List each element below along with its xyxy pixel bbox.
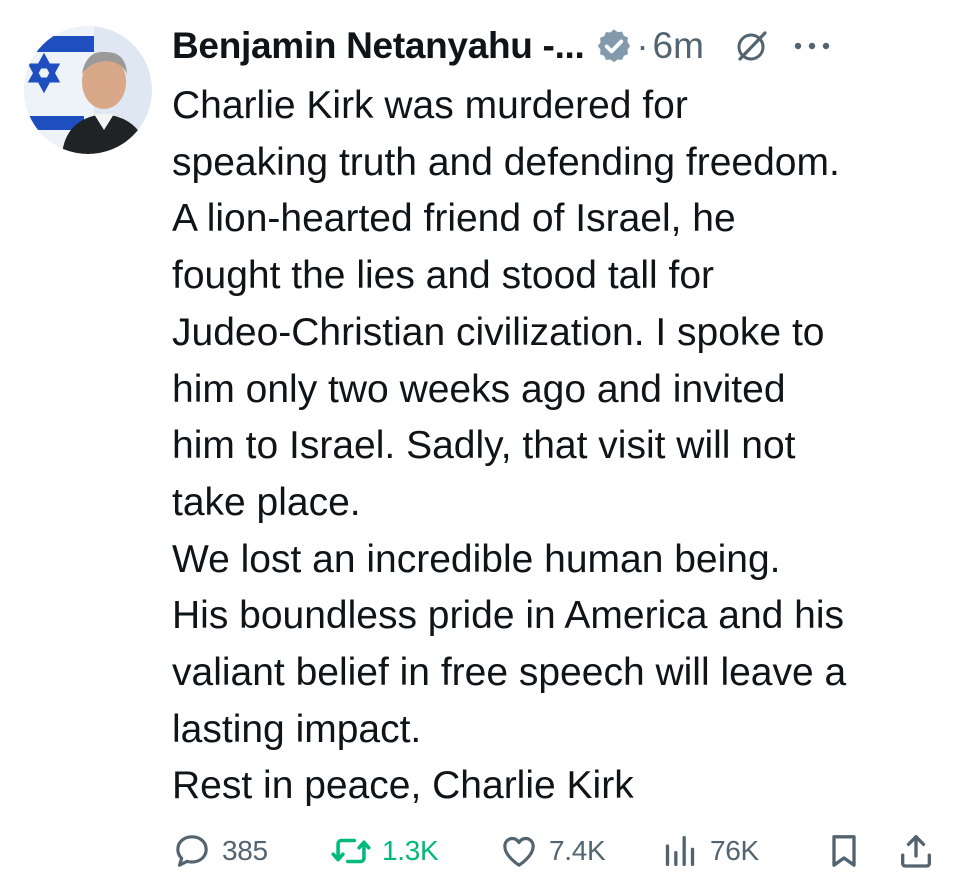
post-body-line: lasting impact. [172,707,422,751]
more-icon[interactable] [792,28,832,64]
share-icon [896,831,936,871]
post-body: Charlie Kirk was murdered for speaking t… [172,78,942,815]
post-body-line: A lion-hearted friend of Israel, he [172,197,736,241]
share-button[interactable] [896,826,936,876]
views-button[interactable]: 76K [660,826,759,876]
repost-button[interactable]: 1.3K [330,826,439,876]
post-body-line: speaking truth and defending freedom. [172,140,840,184]
bookmark-button[interactable] [824,826,864,876]
repost-count: 1.3K [382,835,439,866]
repost-icon [330,831,372,871]
reply-icon [172,831,212,871]
action-bar: 385 1.3K 7.4K 76K [172,826,940,876]
bookmark-icon [824,831,864,871]
views-icon [660,831,700,871]
like-count: 7.4K [549,835,606,866]
post-body-line: Judeo-Christian civilization. I spoke to [172,310,825,354]
post-body-line: valiant belief in free speech will leave… [172,651,847,695]
timestamp[interactable]: 6m [653,25,704,67]
like-button[interactable]: 7.4K [499,826,606,876]
separator-dot: · [636,25,649,66]
post-header: Benjamin Netanyahu -... · 6m [172,18,940,74]
verified-badge-icon [595,27,633,65]
grok-icon[interactable] [734,28,770,64]
post: Benjamin Netanyahu -... · 6m Charlie Kir… [0,0,960,895]
post-body-line: We lost an incredible human being. [172,537,781,581]
post-body-line: him only two weeks ago and invited [172,367,786,411]
post-body-line: take place. [172,480,361,524]
post-body-line: His boundless pride in America and his [172,594,845,638]
post-body-line: him to Israel. Sadly, that visit will no… [172,424,796,468]
like-icon [499,831,539,871]
post-body-line: Charlie Kirk was murdered for [172,84,688,127]
views-count: 76K [710,835,759,866]
author-name[interactable]: Benjamin Netanyahu -... [172,25,585,67]
post-body-line: fought the lies and stood tall for [172,254,715,298]
post-body-line: Rest in peace, Charlie Kirk [172,764,634,808]
avatar[interactable] [24,26,152,154]
reply-button[interactable]: 385 [172,826,268,876]
reply-count: 385 [222,835,268,866]
